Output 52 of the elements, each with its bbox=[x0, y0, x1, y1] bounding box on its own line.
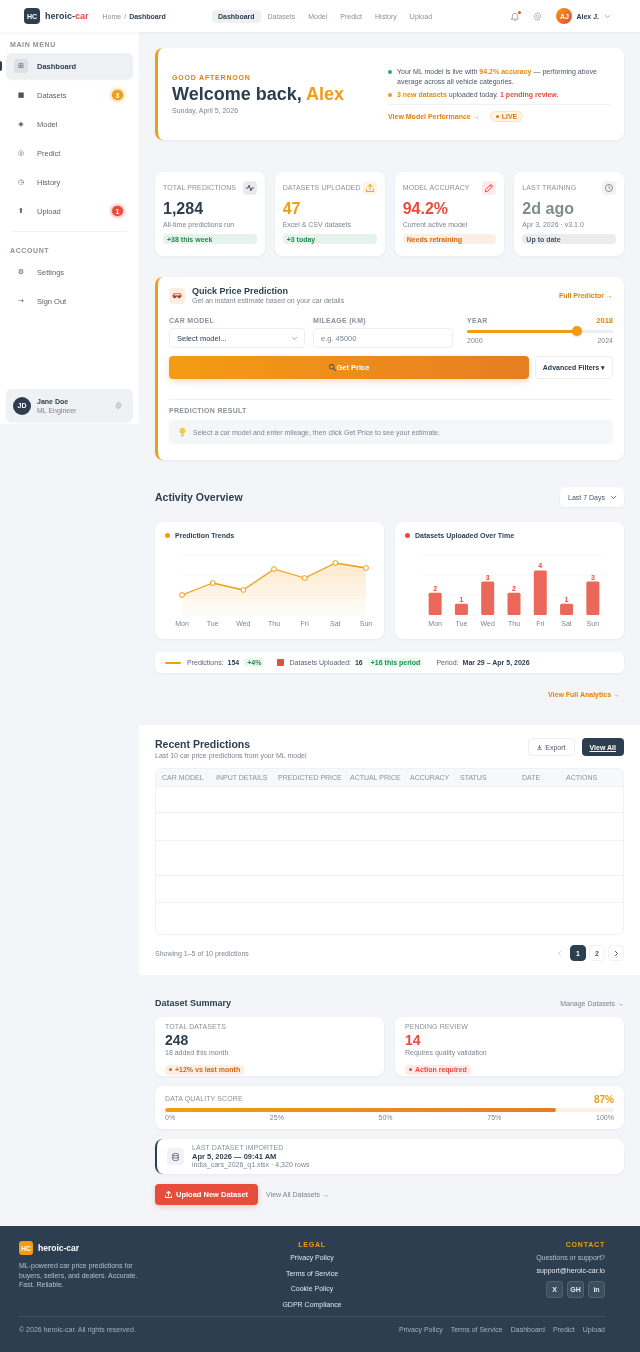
search-icon bbox=[328, 364, 336, 371]
bar bbox=[507, 592, 521, 615]
bar bbox=[586, 581, 600, 615]
data-point bbox=[363, 565, 369, 571]
settings-icon[interactable] bbox=[115, 402, 122, 409]
bell-icon[interactable] bbox=[511, 11, 520, 21]
bar bbox=[428, 592, 442, 615]
chevron-right-icon bbox=[614, 950, 618, 956]
clock-icon bbox=[602, 181, 616, 195]
slider-thumb[interactable] bbox=[571, 326, 582, 336]
card-title: Quick Price Prediction bbox=[192, 286, 290, 296]
pencil-icon bbox=[482, 181, 497, 195]
dot-icon bbox=[495, 114, 499, 118]
data-point bbox=[271, 566, 277, 572]
data-point bbox=[209, 580, 216, 586]
chevron-left-icon bbox=[557, 950, 561, 956]
chevron-down-icon bbox=[292, 336, 297, 340]
brand-name[interactable]: heroic-car bbox=[38, 1243, 80, 1253]
stat-value: 14 bbox=[405, 1032, 422, 1048]
bar bbox=[533, 570, 547, 615]
score-value: 87% bbox=[594, 1093, 614, 1105]
upload-icon bbox=[165, 1191, 172, 1198]
pulse-icon bbox=[242, 181, 257, 195]
settings-icon[interactable] bbox=[533, 11, 543, 21]
section-title: Activity Overview bbox=[155, 491, 243, 503]
brand-name[interactable]: heroic-car bbox=[45, 11, 89, 21]
next-page-button[interactable] bbox=[608, 945, 624, 961]
database-icon bbox=[167, 1148, 184, 1165]
lightbulb-icon bbox=[179, 427, 186, 437]
stat-value: 2d ago bbox=[522, 200, 575, 218]
data-point bbox=[240, 587, 247, 593]
upload-icon bbox=[362, 181, 377, 195]
section-title: Recent Predictions bbox=[155, 738, 252, 751]
dot-icon bbox=[409, 1068, 412, 1071]
welcome-title: Welcome back, Alex bbox=[172, 83, 346, 104]
car-icon bbox=[169, 287, 185, 304]
stat-value: 47 bbox=[282, 200, 302, 218]
download-icon bbox=[537, 744, 543, 750]
bar bbox=[454, 603, 468, 615]
chevron-down-icon[interactable] bbox=[605, 14, 610, 18]
stat-value: 94.2% bbox=[402, 200, 450, 218]
bar bbox=[560, 603, 574, 615]
bar bbox=[481, 581, 495, 615]
data-point bbox=[301, 575, 308, 581]
data-point bbox=[332, 560, 339, 566]
chevron-down-icon bbox=[611, 495, 616, 499]
stat-value: 1,284 bbox=[163, 200, 205, 218]
section-title: Dataset Summary bbox=[155, 998, 232, 1008]
data-point bbox=[179, 592, 185, 598]
stat-value: 248 bbox=[165, 1032, 190, 1048]
dot-icon bbox=[169, 1068, 172, 1071]
active-indicator bbox=[0, 61, 2, 71]
